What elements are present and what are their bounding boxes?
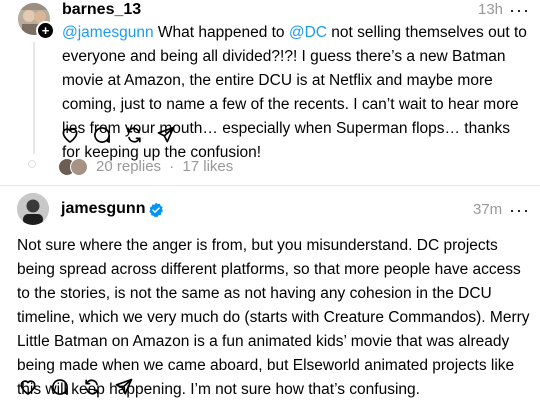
action-bar: [17, 376, 177, 400]
replier-avatars: [58, 158, 92, 176]
follow-badge[interactable]: +: [36, 21, 55, 40]
mention-jamesgunn[interactable]: @jamesgunn: [62, 24, 154, 41]
share-icon[interactable]: [113, 376, 135, 398]
meta-separator: ·: [169, 158, 175, 175]
username-jamesgunn[interactable]: jamesgunn: [61, 199, 145, 219]
post-barnes: + barnes_13 13h ··· @jamesgunn What happ…: [0, 0, 540, 185]
avatar-jamesgunn[interactable]: [17, 193, 49, 225]
repost-icon[interactable]: [123, 124, 145, 146]
post-jamesgunn: jamesgunn 37m ··· Not sure where the ang…: [0, 186, 540, 400]
comment-icon[interactable]: [49, 376, 71, 398]
action-bar: [59, 124, 219, 148]
more-icon[interactable]: ···: [509, 1, 530, 19]
timestamp: 13h: [478, 1, 504, 18]
thread-line: [33, 42, 35, 154]
verified-icon: [148, 202, 164, 218]
mention-dc[interactable]: @DC: [289, 24, 327, 41]
more-icon[interactable]: ···: [509, 201, 530, 219]
heart-icon[interactable]: [17, 376, 39, 398]
share-icon[interactable]: [155, 124, 177, 146]
likes-count[interactable]: 17 likes: [182, 158, 233, 175]
thread-dot: [28, 160, 36, 168]
post-text-part: What happened to: [153, 24, 289, 41]
timestamp: 37m: [473, 201, 503, 218]
comment-icon[interactable]: [91, 124, 113, 146]
engagement-meta: 20 replies · 17 likes: [96, 158, 233, 176]
heart-icon[interactable]: [59, 124, 81, 146]
username-barnes[interactable]: barnes_13: [62, 0, 141, 20]
plus-icon: +: [41, 23, 50, 38]
replies-count[interactable]: 20 replies: [96, 158, 161, 175]
repost-icon[interactable]: [81, 376, 103, 398]
replier-avatar: [70, 158, 88, 176]
